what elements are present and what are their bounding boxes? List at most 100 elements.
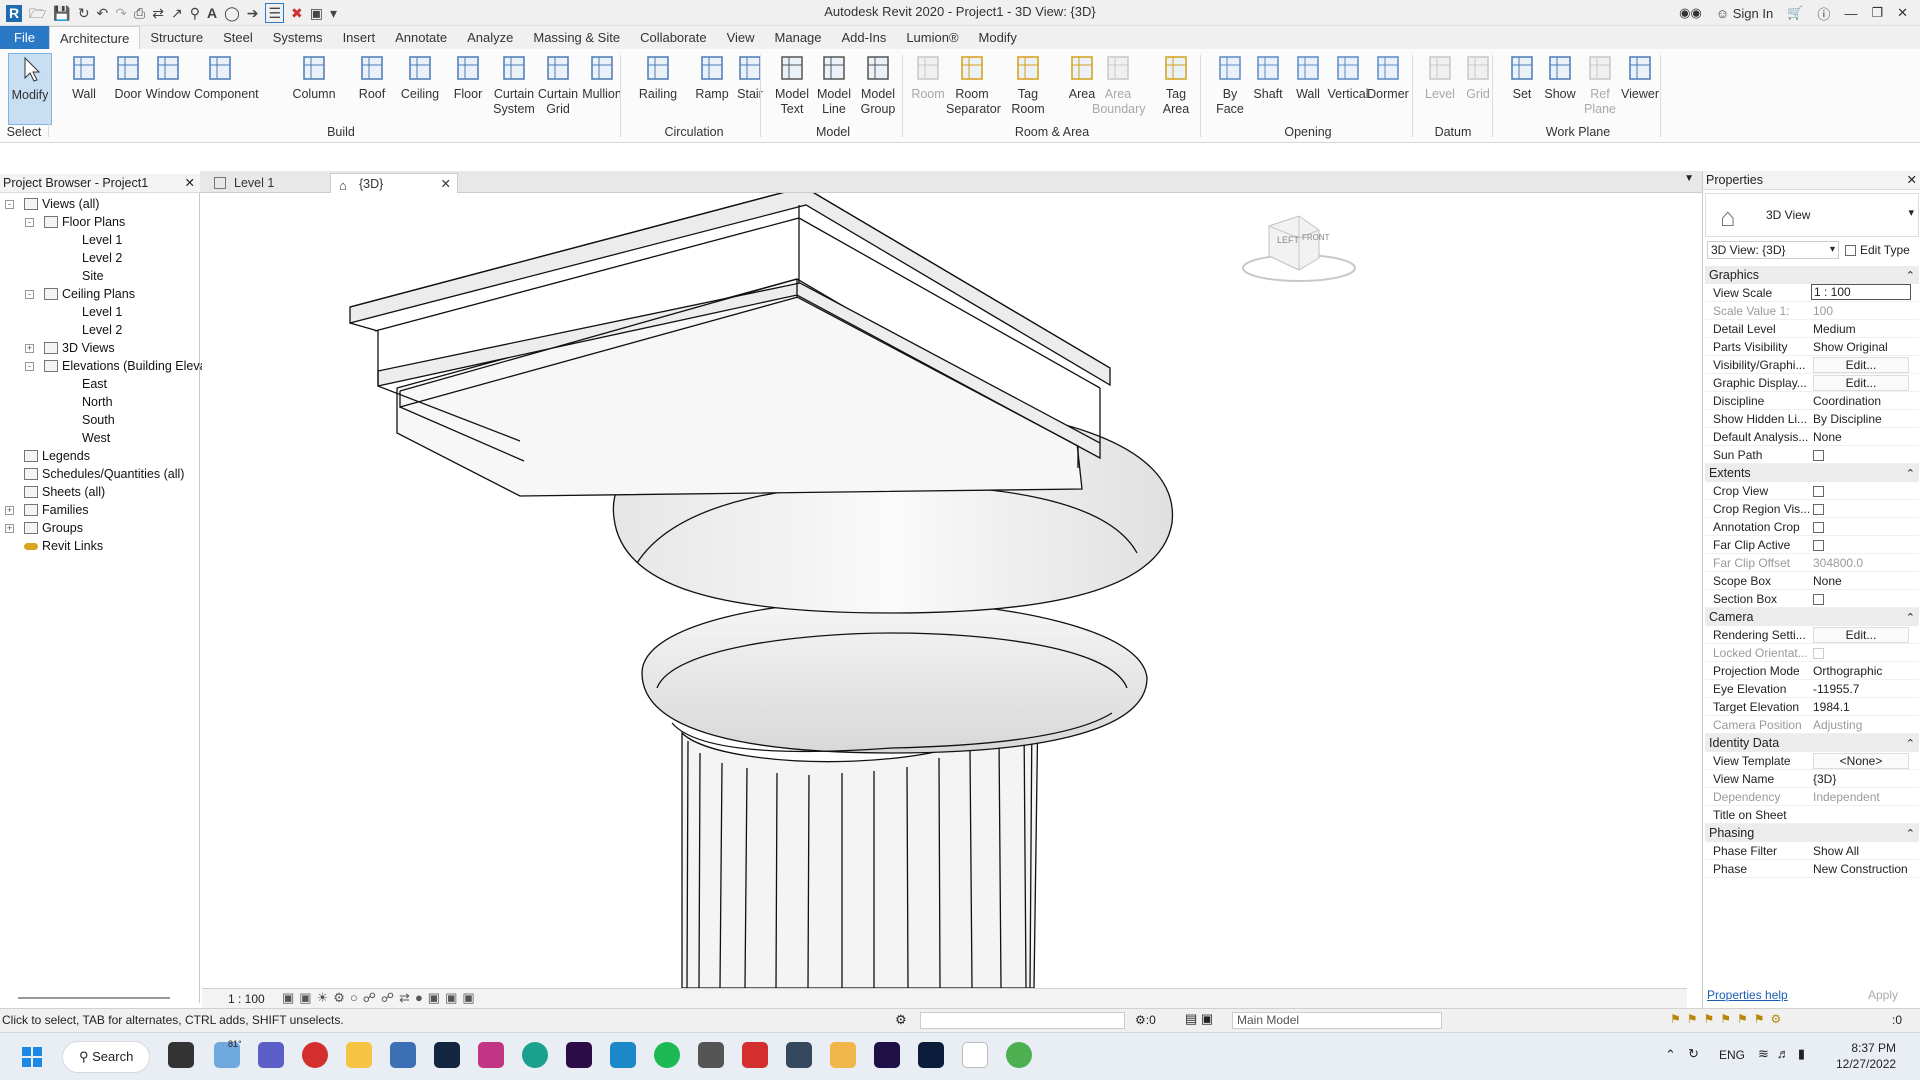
property-rendering-setti[interactable]: Rendering Setti... Edit... xyxy=(1705,626,1919,644)
property-edit-button[interactable]: Edit... xyxy=(1813,627,1909,643)
ribbon-room-area-tag-area-button[interactable]: Tag Area xyxy=(1150,53,1202,117)
property-parts-visibility[interactable]: Parts Visibility Show Original xyxy=(1705,338,1919,356)
cart-icon[interactable]: 🛒 xyxy=(1787,5,1803,21)
photos-icon[interactable] xyxy=(390,1042,416,1068)
browser-item-3d-views[interactable]: 3D Views xyxy=(62,339,115,357)
property-crop-region-vis[interactable]: Crop Region Vis... xyxy=(1705,500,1919,518)
ribbon-room-area-tag-room-button[interactable]: Tag Room xyxy=(1002,53,1054,117)
collapse-icon[interactable]: - xyxy=(5,200,14,209)
expand-icon[interactable]: + xyxy=(5,524,14,533)
app-icon-4[interactable] xyxy=(1006,1042,1032,1068)
property-value[interactable]: 1 : 100 xyxy=(1811,284,1911,300)
ribbon-build-floor-button[interactable]: Floor xyxy=(442,53,494,102)
property-section-box[interactable]: Section Box xyxy=(1705,590,1919,608)
browser-item-legends[interactable]: Legends xyxy=(42,447,90,465)
property-value[interactable] xyxy=(1811,500,1911,518)
collapse-group-icon[interactable]: ⌃ xyxy=(1906,735,1915,753)
revit-taskbar-icon[interactable] xyxy=(962,1042,988,1068)
property-annotation-crop[interactable]: Annotation Crop xyxy=(1705,518,1919,536)
property-checkbox[interactable] xyxy=(1813,540,1824,552)
user-icon[interactable]: ☺ Sign In xyxy=(1716,6,1773,21)
property-checkbox[interactable] xyxy=(1813,594,1824,606)
browser-item-level-2[interactable]: Level 2 xyxy=(82,249,122,267)
ribbon-tab-systems[interactable]: Systems xyxy=(263,26,333,49)
expand-icon[interactable]: + xyxy=(25,344,34,353)
teams-icon[interactable] xyxy=(258,1042,284,1068)
help-icon[interactable]: ⓘ xyxy=(1817,4,1830,23)
autocad-icon[interactable] xyxy=(742,1042,768,1068)
minimize-icon[interactable]: — xyxy=(1844,6,1857,21)
property-detail-level[interactable]: Detail Level Medium xyxy=(1705,320,1919,338)
tabs-dropdown-icon[interactable]: ▼ xyxy=(1684,173,1694,184)
design-option-dropdown[interactable]: Main Model xyxy=(1232,1012,1442,1029)
drawing-area[interactable]: LEFT FRONT xyxy=(202,186,1687,989)
app-icon-3[interactable] xyxy=(830,1042,856,1068)
property-checkbox[interactable] xyxy=(1813,450,1824,462)
tray-sync-icon[interactable]: ↻ xyxy=(1688,1046,1699,1062)
file-explorer-icon[interactable] xyxy=(346,1042,372,1068)
browser-item-east[interactable]: East xyxy=(82,375,107,393)
ribbon-tab-structure[interactable]: Structure xyxy=(140,26,213,49)
ribbon-build-window-button[interactable]: Window xyxy=(142,53,194,102)
ribbon-tab-manage[interactable]: Manage xyxy=(765,26,832,49)
browser-scrollbar[interactable] xyxy=(18,997,170,999)
property-value[interactable]: Orthographic xyxy=(1811,662,1911,680)
property-checkbox[interactable] xyxy=(1813,504,1824,516)
ribbon-build-ceiling-button[interactable]: Ceiling xyxy=(394,53,446,102)
sign-in-link[interactable]: Sign In xyxy=(1733,6,1773,21)
property-value[interactable]: Show All xyxy=(1811,842,1911,860)
ribbon-tab-view[interactable]: View xyxy=(717,26,765,49)
property-target-elevation[interactable]: Target Elevation 1984.1 xyxy=(1705,698,1919,716)
spotify-icon[interactable] xyxy=(654,1042,680,1068)
ribbon-tab-architecture[interactable]: Architecture xyxy=(48,26,141,49)
app-3d-icon[interactable] xyxy=(610,1042,636,1068)
view-scale-label[interactable]: 1 : 100 xyxy=(228,992,265,1006)
collapse-group-icon[interactable]: ⌃ xyxy=(1906,465,1915,483)
instagram-icon[interactable] xyxy=(478,1042,504,1068)
view-control-icons[interactable]: ▣▣☀⚙○☍☍⇄●▣▣▣ xyxy=(282,990,480,1006)
property-checkbox[interactable] xyxy=(1813,522,1824,534)
close-view-tab-icon[interactable]: ✕ xyxy=(441,174,451,194)
ribbon-build-component-button[interactable]: Component xyxy=(194,53,259,102)
ribbon-opening-dormer-button[interactable]: Dormer xyxy=(1362,53,1414,102)
close-browser-icon[interactable]: ✕ xyxy=(185,174,195,193)
browser-item-level-2[interactable]: Level 2 xyxy=(82,321,122,339)
browser-item-families[interactable]: Families xyxy=(42,501,89,519)
property-value[interactable]: New Construction xyxy=(1811,860,1911,878)
property-group-graphics[interactable]: Graphics ⌃ xyxy=(1705,266,1919,284)
close-window-icon[interactable]: ✕ xyxy=(1897,5,1908,21)
photoshop-icon[interactable] xyxy=(918,1042,944,1068)
properties-help-link[interactable]: Properties help xyxy=(1707,988,1788,1002)
property-group-identity-data[interactable]: Identity Data ⌃ xyxy=(1705,734,1919,752)
selection-toggle-icons[interactable]: ⚑⚑⚑⚑⚑⚑⚙ xyxy=(1670,1012,1787,1026)
property-edit-button[interactable]: Edit... xyxy=(1813,357,1909,373)
edit-type-button[interactable]: Edit Type xyxy=(1845,241,1919,259)
property-eye-elevation[interactable]: Eye Elevation -11955.7 xyxy=(1705,680,1919,698)
property-value[interactable] xyxy=(1811,536,1911,554)
property-value[interactable]: Edit... xyxy=(1811,356,1911,374)
ribbon-tab-add-ins[interactable]: Add-Ins xyxy=(832,26,897,49)
property-value[interactable] xyxy=(1811,446,1911,464)
ribbon-tab-massing-site[interactable]: Massing & Site xyxy=(523,26,630,49)
property-scope-box[interactable]: Scope Box None xyxy=(1705,572,1919,590)
property-graphic-display[interactable]: Graphic Display... Edit... xyxy=(1705,374,1919,392)
type-dropdown-icon[interactable]: ▾ xyxy=(1908,206,1914,219)
property-view-name[interactable]: View Name {3D} xyxy=(1705,770,1919,788)
ribbon-tab-lumion[interactable]: Lumion® xyxy=(896,26,968,49)
property-phase[interactable]: Phase New Construction xyxy=(1705,860,1919,878)
ribbon-tab-collaborate[interactable]: Collaborate xyxy=(630,26,717,49)
property-value[interactable] xyxy=(1811,590,1911,608)
instance-selector[interactable]: 3D View: {3D} ▾ xyxy=(1707,241,1839,259)
property-group-camera[interactable]: Camera ⌃ xyxy=(1705,608,1919,626)
property-phase-filter[interactable]: Phase Filter Show All xyxy=(1705,842,1919,860)
ribbon-tab-analyze[interactable]: Analyze xyxy=(457,26,523,49)
start-icon[interactable] xyxy=(22,1047,42,1067)
restore-icon[interactable]: ❐ xyxy=(1871,5,1883,21)
workset-dropdown[interactable] xyxy=(920,1012,1125,1029)
browser-item-schedules-quantities-all[interactable]: Schedules/Quantities (all) xyxy=(42,465,184,483)
browser-item-revit-links[interactable]: Revit Links xyxy=(42,537,103,555)
apply-button[interactable]: Apply xyxy=(1868,988,1898,1002)
premiere-icon[interactable] xyxy=(566,1042,592,1068)
property-far-clip-active[interactable]: Far Clip Active xyxy=(1705,536,1919,554)
browser-item-north[interactable]: North xyxy=(82,393,113,411)
